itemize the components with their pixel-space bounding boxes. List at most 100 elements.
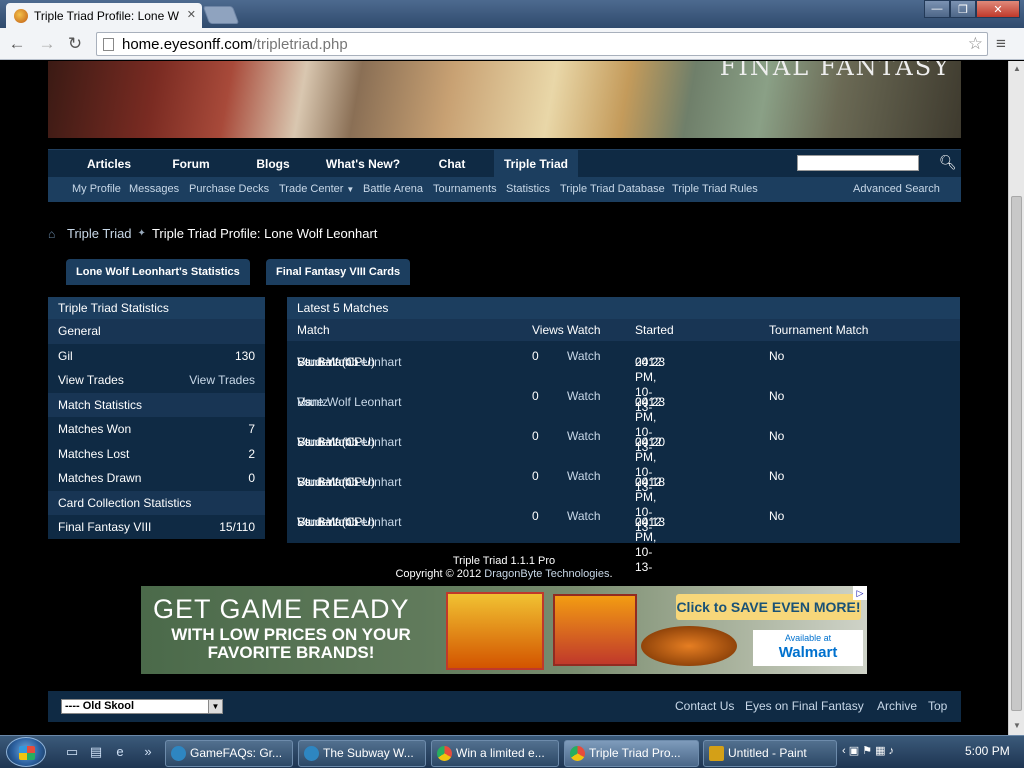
watch-link[interactable]: Watch [567,469,601,484]
browser-tab-active[interactable]: Triple Triad Profile: Lone W ✕ [6,3,202,28]
site-banner[interactable]: FINAL FANTASY [48,61,961,138]
stats-card-header: Card Collection Statistics [48,490,265,515]
stat-gil: Gil 130 [48,344,265,369]
ff8-value: 15/110 [219,520,255,535]
tournament-cell: No [769,509,785,523]
task-paint[interactable]: Untitled - Paint [703,740,837,767]
subnav-tournaments[interactable]: Tournaments [433,177,497,202]
page-scrollbar[interactable]: ▲ ▼ [1008,61,1024,735]
taskbar-clock[interactable]: 5:00 PM [965,744,1010,758]
maximize-icon[interactable]: ❐ [950,0,976,18]
nav-triple-triad[interactable]: Triple Triad [494,150,578,178]
subnav-tt-rules[interactable]: Triple Triad Rules [672,177,758,202]
dragonbyte-link[interactable]: DragonByte Technologies [484,568,609,580]
start-button[interactable] [6,737,46,767]
tab-statistics[interactable]: Lone Wolf Leonhart's Statistics [66,259,250,285]
task-gamefaqs[interactable]: GameFAQs: Gr... [165,740,293,767]
opponent-text: Student (CPU) [297,355,376,369]
col-started: Started [635,323,674,337]
gil-label: Gil [58,348,73,363]
address-bar[interactable]: home.eyesonff.com/tripletriad.php ☆ [96,32,988,56]
footer-contact-us[interactable]: Contact Us [675,699,734,713]
view-trades-link[interactable]: View Trades [189,373,255,387]
show-desktop-icon[interactable]: ▭ [64,744,80,760]
breadcrumb-root[interactable]: Triple Triad [67,226,132,241]
chevron-down-icon: ▼ [346,185,355,194]
forward-arrow-icon[interactable]: → [36,34,58,54]
site-favicon-icon [14,8,28,23]
subnav-statistics[interactable]: Statistics [506,177,550,202]
new-tab-button[interactable] [202,6,240,24]
ad-subline: WITH LOW PRICES ON YOUR FAVORITE BRANDS! [171,625,411,662]
opponent-link[interactable]: Lone Wolf Leonhart [297,395,402,410]
trade-center-label: Trade Center [279,183,344,195]
match-stats-label: Match Statistics [58,397,143,412]
task-win-limited[interactable]: Win a limited e... [431,740,559,767]
url-host: home.eyesonff.com [122,35,253,53]
ad-choices-icon[interactable]: ▷ [853,586,867,600]
explorer-icon[interactable]: ▤ [88,744,104,760]
system-tray-icons[interactable]: ‹ ▣ ⚑ ▦ ♪ [842,744,894,757]
advertisement-banner[interactable]: GET GAME READY WITH LOW PRICES ON YOUR F… [141,586,867,674]
browser-menu-icon[interactable]: ≡ [996,34,1006,54]
footer-eyes-on-ff[interactable]: Eyes on Final Fantasy [745,699,864,713]
subnav-trade-center[interactable]: Trade Center ▼ [279,177,354,202]
taco-kit-image [446,592,544,670]
stat-drawn: Matches Drawn 0 [48,466,265,491]
window-close-icon[interactable]: ✕ [976,0,1020,18]
bookmark-star-icon[interactable]: ☆ [968,34,983,54]
nav-chat[interactable]: Chat [423,150,481,178]
won-value: 7 [248,422,255,437]
footer-archive[interactable]: Archive [877,699,917,713]
scroll-up-icon[interactable]: ▲ [1013,64,1021,73]
nav-articles[interactable]: Articles [73,150,145,178]
watch-link[interactable]: Watch [567,509,601,524]
task-subway[interactable]: The Subway W... [298,740,426,767]
back-arrow-icon[interactable]: ← [6,34,28,54]
task-label: GameFAQs: Gr... [190,746,283,760]
nav-blogs[interactable]: Blogs [243,150,303,178]
ie-icon [171,746,186,761]
matches-title: Latest 5 Matches [287,297,960,319]
style-chooser-select[interactable]: ---- Old Skool ▼ [61,699,223,714]
subnav-my-profile[interactable]: My Profile [72,177,121,202]
tab-ff8-cards[interactable]: Final Fantasy VIII Cards [266,259,411,285]
page-viewport: FINAL FANTASY Articles Forum Blogs What'… [0,61,1008,735]
watch-link[interactable]: Watch [567,389,601,404]
stat-ff8: Final Fantasy VIII 15/110 [48,515,265,540]
scroll-down-icon[interactable]: ▼ [1013,721,1021,730]
view-trades-label: View Trades [58,373,124,388]
advanced-search-link[interactable]: Advanced Search [853,177,940,202]
won-label: Matches Won [58,422,132,437]
nav-whats-new[interactable]: What's New? [318,150,408,178]
ad-cta-button[interactable]: Click to SAVE EVEN MORE! [676,594,861,620]
ie-icon [304,746,319,761]
scrollbar-thumb[interactable] [1011,196,1022,711]
nav-forum[interactable]: Forum [158,150,224,178]
stat-won: Matches Won 7 [48,417,265,442]
watch-link[interactable]: Watch [567,429,601,444]
home-icon[interactable]: ⌂ [48,227,60,241]
search-input[interactable] [797,155,919,171]
subnav-tt-database[interactable]: Triple Triad Database [560,177,665,202]
reload-icon[interactable]: ↻ [64,34,86,54]
subnav-messages[interactable]: Messages [129,177,179,202]
sub-nav: My Profile Messages Purchase Decks Trade… [48,177,961,202]
minimize-icon[interactable]: — [924,0,950,18]
subnav-purchase-decks[interactable]: Purchase Decks [189,177,269,202]
watch-link[interactable]: Watch [567,349,601,364]
task-triple-triad[interactable]: Triple Triad Pro... [564,740,699,767]
col-watch: Watch [567,323,601,337]
ie-quicklaunch-icon[interactable]: e [112,744,128,760]
walmart-badge: Available at Walmart [753,630,863,666]
subnav-battle-arena[interactable]: Battle Arena [363,177,423,202]
col-match: Match [297,323,330,337]
quicklaunch-more-icon[interactable]: » [140,744,156,760]
paint-icon [709,746,724,761]
footer-top[interactable]: Top [928,699,947,713]
tab-close-icon[interactable]: ✕ [187,8,196,21]
started-year: 2012 [635,475,662,489]
search-icon[interactable]: 🔍︎ [939,154,957,171]
ff8-label: Final Fantasy VIII [58,520,152,535]
tournament-cell: No [769,349,785,363]
